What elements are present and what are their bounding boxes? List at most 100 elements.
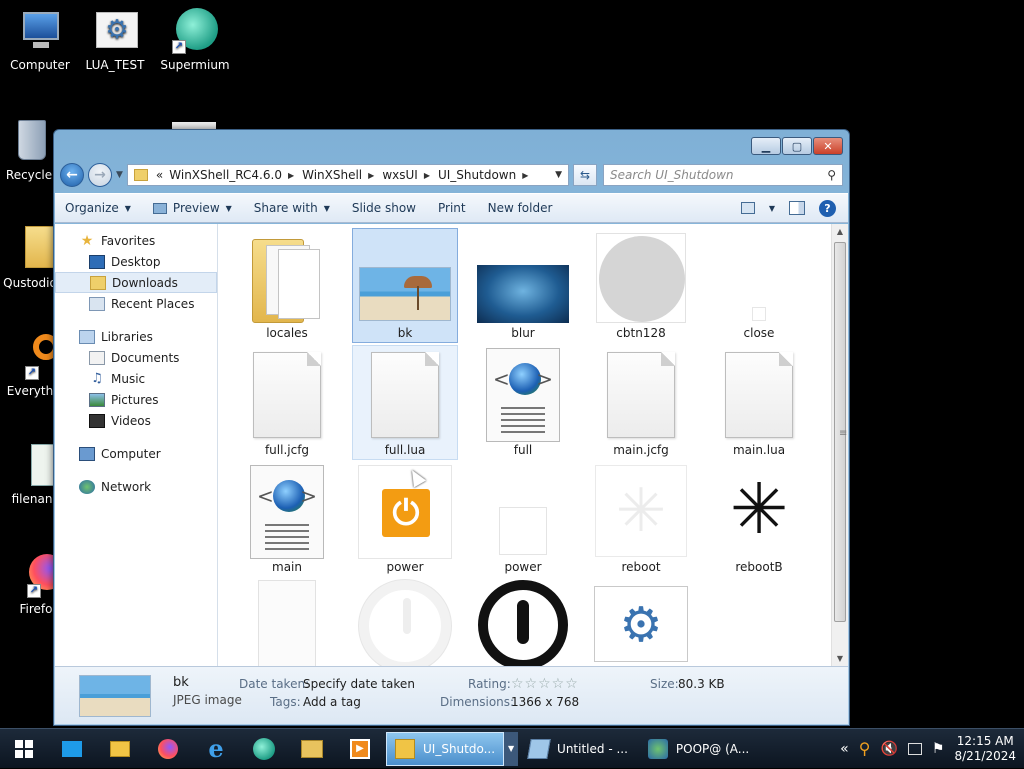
- search-input[interactable]: Search UI_Shutdown ⚲: [603, 164, 843, 186]
- file-item[interactable]: main.jcfg: [588, 345, 694, 460]
- everything-icon: ↗: [7, 334, 59, 380]
- search-icon[interactable]: ⚲: [827, 168, 836, 182]
- file-item[interactable]: ⏻ power: [352, 462, 458, 577]
- taskbar-ie-button[interactable]: e: [192, 732, 240, 766]
- file-item[interactable]: full.jcfg: [234, 345, 340, 460]
- file-item[interactable]: bk: [352, 228, 458, 343]
- print-button[interactable]: Print: [438, 201, 466, 215]
- rating-stars[interactable]: ☆☆☆☆☆: [511, 676, 579, 692]
- new-folder-button[interactable]: New folder: [488, 201, 553, 215]
- supermium-icon: [253, 737, 275, 760]
- back-button[interactable]: ←: [60, 163, 84, 187]
- volume-muted-icon[interactable]: 🔇: [880, 741, 897, 757]
- file-item[interactable]: cbtn128: [588, 228, 694, 343]
- chevron-left-icon[interactable]: «: [840, 741, 849, 757]
- desktop-icon-computer[interactable]: Computer: [2, 8, 78, 72]
- nav-label: Network: [101, 479, 152, 494]
- file-item[interactable]: [234, 579, 340, 667]
- taskbar-supermium-button[interactable]: [240, 732, 288, 766]
- recent-pages-dropdown[interactable]: ▼: [116, 170, 123, 180]
- slide-show-button[interactable]: Slide show: [352, 201, 416, 215]
- close-button[interactable]: ✕: [813, 137, 843, 155]
- nav-favorites[interactable]: ★ Favorites: [55, 230, 217, 251]
- breadcrumb-overflow[interactable]: «: [156, 168, 163, 182]
- media-player-icon: ▶: [350, 738, 370, 759]
- address-dropdown-icon[interactable]: ▼: [555, 170, 562, 180]
- file-item[interactable]: full.lua: [352, 345, 458, 460]
- desktop-icon-supermium[interactable]: ↗ Supermium: [157, 8, 233, 72]
- breadcrumb-item[interactable]: UI_Shutdown: [438, 168, 516, 182]
- search-icon[interactable]: ⚲: [859, 739, 871, 758]
- taskbar-task-explorer[interactable]: UI_Shutdo...: [386, 731, 505, 766]
- pictures-icon: [89, 392, 105, 407]
- breadcrumb-item[interactable]: wxsUI: [382, 168, 418, 182]
- breadcrumb-item[interactable]: WinXShell: [302, 168, 362, 182]
- nav-documents[interactable]: Documents: [55, 347, 217, 368]
- file-item[interactable]: power: [470, 462, 576, 577]
- file-item[interactable]: locales: [234, 228, 340, 343]
- scrollbar-thumb[interactable]: ≡: [834, 242, 847, 622]
- nav-libraries[interactable]: Libraries: [55, 326, 217, 347]
- file-item[interactable]: ✳ rebootB: [706, 462, 812, 577]
- scroll-down-icon[interactable]: ▼: [832, 651, 848, 667]
- network-icon[interactable]: [907, 742, 922, 755]
- file-item[interactable]: close: [706, 228, 812, 343]
- breadcrumb-separator-icon[interactable]: ▶: [522, 171, 528, 180]
- nav-label: Libraries: [101, 329, 153, 344]
- taskbar-task-network[interactable]: POOP@ (A...: [639, 732, 758, 766]
- scroll-up-icon[interactable]: ▲: [832, 224, 848, 240]
- nav-computer[interactable]: Computer: [55, 443, 217, 464]
- preview-button[interactable]: Preview ▼: [152, 201, 232, 215]
- view-options-icon[interactable]: [740, 202, 755, 214]
- breadcrumb-separator-icon[interactable]: ▶: [368, 171, 374, 180]
- nav-desktop[interactable]: Desktop: [55, 251, 217, 272]
- clock[interactable]: 12:15 AM 8/21/2024: [954, 734, 1016, 764]
- taskbar-files-button[interactable]: [288, 732, 336, 766]
- help-icon[interactable]: ?: [819, 199, 836, 217]
- action-center-flag-icon[interactable]: ⚑: [932, 741, 945, 757]
- organize-button[interactable]: Organize ▼: [65, 201, 131, 215]
- maximize-icon: ▢: [791, 139, 803, 153]
- tags-value[interactable]: Add a tag: [303, 695, 361, 709]
- address-bar[interactable]: « WinXShell_RC4.6.0 ▶ WinXShell ▶ wxsUI …: [126, 164, 569, 186]
- taskbar-media-button[interactable]: ▶: [336, 732, 384, 766]
- nav-videos[interactable]: Videos: [55, 410, 217, 431]
- nav-network[interactable]: Network: [55, 476, 217, 497]
- view-dropdown-icon[interactable]: ▼: [769, 204, 775, 213]
- file-name: main: [272, 560, 302, 574]
- start-button[interactable]: [0, 729, 48, 769]
- taskbar-desktop-button[interactable]: [48, 732, 96, 766]
- nav-music[interactable]: ♫ Music: [55, 368, 217, 389]
- preview-icon: [152, 202, 167, 214]
- file-item[interactable]: ✳ reboot: [588, 462, 694, 577]
- nav-downloads[interactable]: Downloads: [55, 272, 217, 293]
- file-item[interactable]: [470, 579, 576, 667]
- taskbar-explorer-button[interactable]: [96, 732, 144, 766]
- preview-pane-icon[interactable]: [789, 201, 805, 215]
- explorer-window[interactable]: ▁ ▢ ✕ ← → ▼ « WinXShell_RC4.6.0 ▶ WinXSh…: [53, 129, 850, 726]
- breadcrumb-separator-icon[interactable]: ▶: [424, 171, 430, 180]
- desktop-icon-lua-test[interactable]: ⚙ LUA_TEST: [77, 8, 153, 72]
- nav-recent-places[interactable]: Recent Places: [55, 293, 217, 314]
- breadcrumb-separator-icon[interactable]: ▶: [288, 171, 294, 180]
- date-taken-value[interactable]: Specify date taken: [303, 677, 415, 691]
- maximize-button[interactable]: ▢: [782, 137, 812, 155]
- vertical-scrollbar[interactable]: ▲ ≡ ▼: [831, 224, 848, 667]
- computer-icon: [17, 8, 63, 54]
- file-item[interactable]: blur: [470, 228, 576, 343]
- file-item[interactable]: < > full: [470, 345, 576, 460]
- taskbar-task-notepad[interactable]: Untitled - ...: [520, 732, 637, 766]
- share-with-button[interactable]: Share with ▼: [254, 201, 330, 215]
- taskbar-firefox-button[interactable]: [144, 732, 192, 766]
- task-group-dropdown-icon[interactable]: ▼: [504, 731, 519, 766]
- file-item[interactable]: < > main: [234, 462, 340, 577]
- file-item[interactable]: [352, 579, 458, 667]
- refresh-button[interactable]: ⇆: [573, 164, 597, 186]
- minimize-button[interactable]: ▁: [751, 137, 781, 155]
- file-item[interactable]: main.lua: [706, 345, 812, 460]
- documents-icon: [89, 350, 105, 365]
- file-item[interactable]: ⚙: [588, 579, 694, 667]
- nav-pictures[interactable]: Pictures: [55, 389, 217, 410]
- forward-button[interactable]: →: [88, 163, 112, 187]
- breadcrumb-item[interactable]: WinXShell_RC4.6.0: [169, 168, 282, 182]
